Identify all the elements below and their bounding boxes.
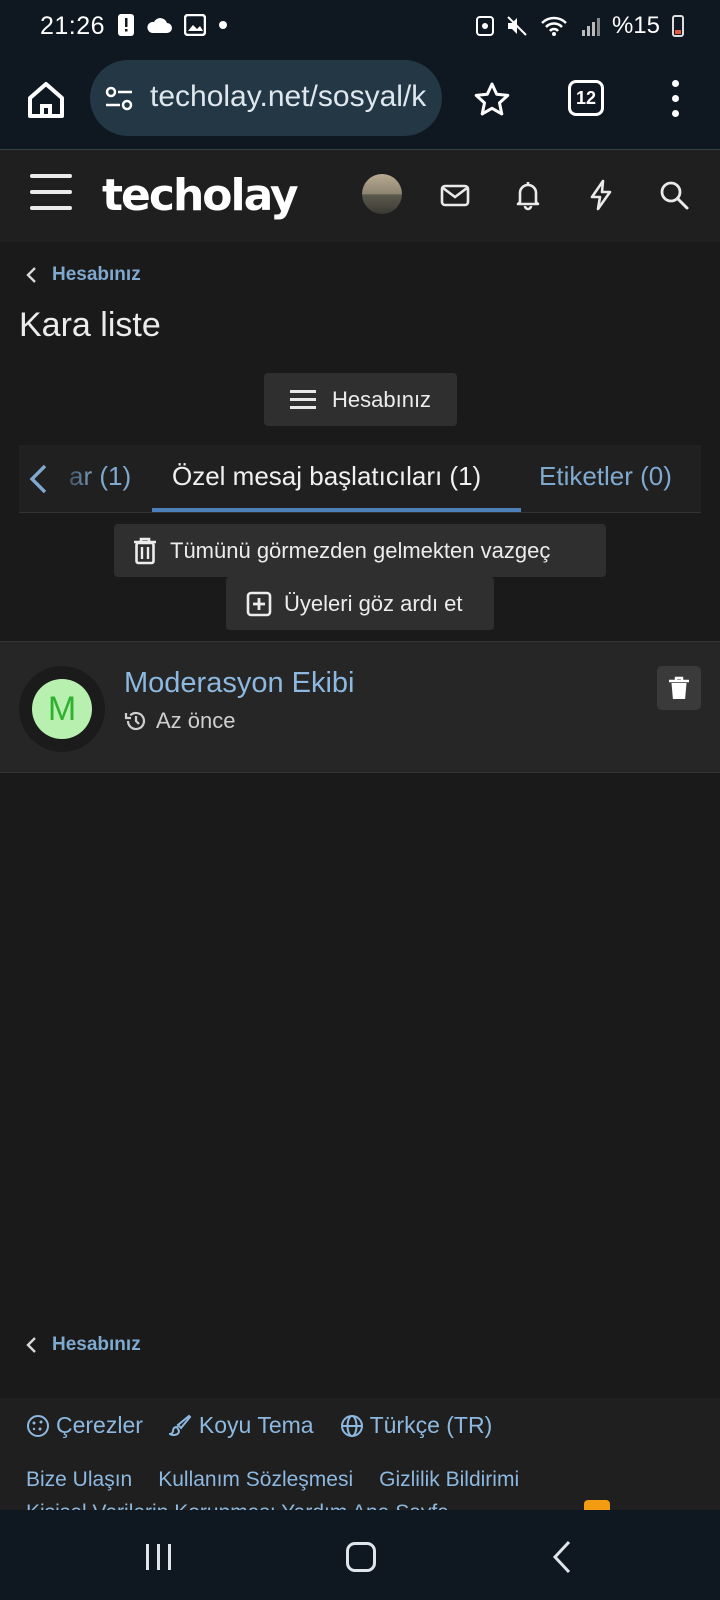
bookmark-star-icon[interactable]	[472, 80, 512, 120]
language-link[interactable]: Türkçe (TR)	[340, 1412, 493, 1439]
dark-theme-label: Koyu Tema	[198, 1412, 314, 1438]
avatar-letter: M	[32, 679, 92, 739]
account-menu-button[interactable]: Hesabınız	[264, 373, 457, 426]
rss-icon[interactable]	[584, 1500, 610, 1510]
language-label: Türkçe (TR)	[369, 1412, 493, 1438]
cookie-icon	[27, 1414, 49, 1437]
signal-icon	[581, 18, 600, 36]
notification-icons	[118, 14, 228, 36]
member-avatar[interactable]: M	[19, 666, 105, 752]
list-icon	[290, 385, 316, 414]
footer-links-partial[interactable]: Kişisel Verilerin Korunması Yardım Ana S…	[26, 1501, 449, 1510]
trash-icon	[669, 676, 689, 699]
breadcrumb-bottom-link[interactable]: Hesabınız	[52, 1334, 141, 1356]
member-name-link[interactable]: Moderasyon Ekibi	[124, 667, 355, 700]
breadcrumb-bottom[interactable]: Hesabınız	[24, 1334, 141, 1356]
ignore-members-label: Üyeleri göz ardı et	[284, 590, 463, 616]
history-icon	[124, 711, 146, 731]
ignore-tabs: ar (1) Özel mesaj başlatıcıları (1) Etik…	[19, 445, 701, 513]
browser-menu-icon[interactable]	[668, 80, 682, 120]
tab-tags[interactable]: Etiketler (0)	[539, 461, 672, 492]
member-time-text: Az önce	[156, 708, 236, 733]
home-button[interactable]	[346, 1542, 376, 1572]
tab-previous[interactable]: ar (1)	[54, 455, 131, 499]
status-time: 21:26	[40, 12, 106, 40]
system-nav-bar	[0, 1510, 720, 1600]
paintbrush-icon	[168, 1414, 192, 1436]
member-time: Az önce	[124, 708, 236, 734]
page-title: Kara liste	[19, 306, 161, 344]
dark-theme-link[interactable]: Koyu Tema	[168, 1412, 314, 1439]
globe-icon	[340, 1414, 363, 1437]
address-bar[interactable]: techolay.net/sosyal/k	[90, 60, 442, 136]
footer-links: Bize Ulaşın Kullanım Sözleşmesi Gizlilik…	[26, 1468, 519, 1492]
footer-options: Çerezler Koyu Tema Türkçe (TR)	[26, 1412, 492, 1439]
image-icon	[184, 14, 206, 36]
tab-active-label: Özel mesaj başlatıcıları (1)	[172, 461, 482, 491]
site-settings-icon[interactable]	[104, 84, 134, 114]
wifi-icon	[541, 16, 567, 36]
tabs-scroll-left-icon[interactable]	[27, 463, 49, 495]
chevron-left-icon	[26, 1337, 36, 1353]
account-menu-label: Hesabınız	[332, 386, 432, 412]
system-icons: %15	[475, 12, 684, 40]
site-logo[interactable]: techolay	[102, 170, 299, 221]
site-footer: Çerezler Koyu Tema Türkçe (TR) Bize Ulaş…	[0, 1398, 720, 1510]
list-item: M Moderasyon Ekibi Az önce	[0, 641, 720, 773]
menu-icon[interactable]	[30, 174, 72, 212]
breadcrumb[interactable]: Hesabınız	[24, 264, 141, 286]
search-icon[interactable]	[657, 178, 691, 212]
avatar[interactable]	[362, 174, 402, 214]
lightning-icon[interactable]	[584, 178, 618, 212]
unignore-all-button[interactable]: Tümünü görmezden gelmekten vazgeç	[114, 524, 606, 577]
contact-link[interactable]: Bize Ulaşın	[26, 1468, 132, 1492]
chevron-left-icon	[26, 267, 36, 283]
trash-icon	[134, 537, 156, 564]
url-text[interactable]: techolay.net/sosyal/k	[150, 80, 426, 114]
alert-icon	[118, 14, 134, 36]
tab-count-button[interactable]: 12	[568, 80, 604, 116]
battery-percent: %15	[611, 12, 660, 39]
privacy-link[interactable]: Gizlilik Bildirimi	[379, 1468, 519, 1492]
bell-icon[interactable]	[511, 178, 545, 212]
mail-icon[interactable]	[438, 178, 472, 212]
dot-icon	[219, 21, 227, 29]
ignore-members-button[interactable]: Üyeleri göz ardı et	[226, 577, 494, 630]
cookies-label: Çerezler	[56, 1412, 143, 1438]
unignore-all-label: Tümünü görmezden gelmekten vazgeç	[170, 537, 551, 563]
recents-button[interactable]	[146, 1544, 171, 1570]
cloud-icon	[147, 18, 172, 33]
status-bar: 21:26 %15	[0, 0, 720, 52]
breadcrumb-link[interactable]: Hesabınız	[52, 264, 141, 286]
home-icon[interactable]	[22, 76, 70, 124]
site-header: techolay	[0, 150, 720, 242]
cookies-link[interactable]: Çerezler	[26, 1412, 143, 1439]
plus-square-icon	[246, 591, 272, 616]
nfc-icon	[475, 16, 494, 36]
tab-conversation-starters[interactable]: Özel mesaj başlatıcıları (1)	[152, 445, 521, 512]
back-button[interactable]	[552, 1540, 572, 1574]
terms-link[interactable]: Kullanım Sözleşmesi	[158, 1468, 353, 1492]
browser-toolbar: techolay.net/sosyal/k 12	[0, 52, 720, 150]
battery-icon	[672, 15, 684, 37]
mute-icon	[507, 16, 527, 36]
remove-member-button[interactable]	[657, 666, 701, 710]
